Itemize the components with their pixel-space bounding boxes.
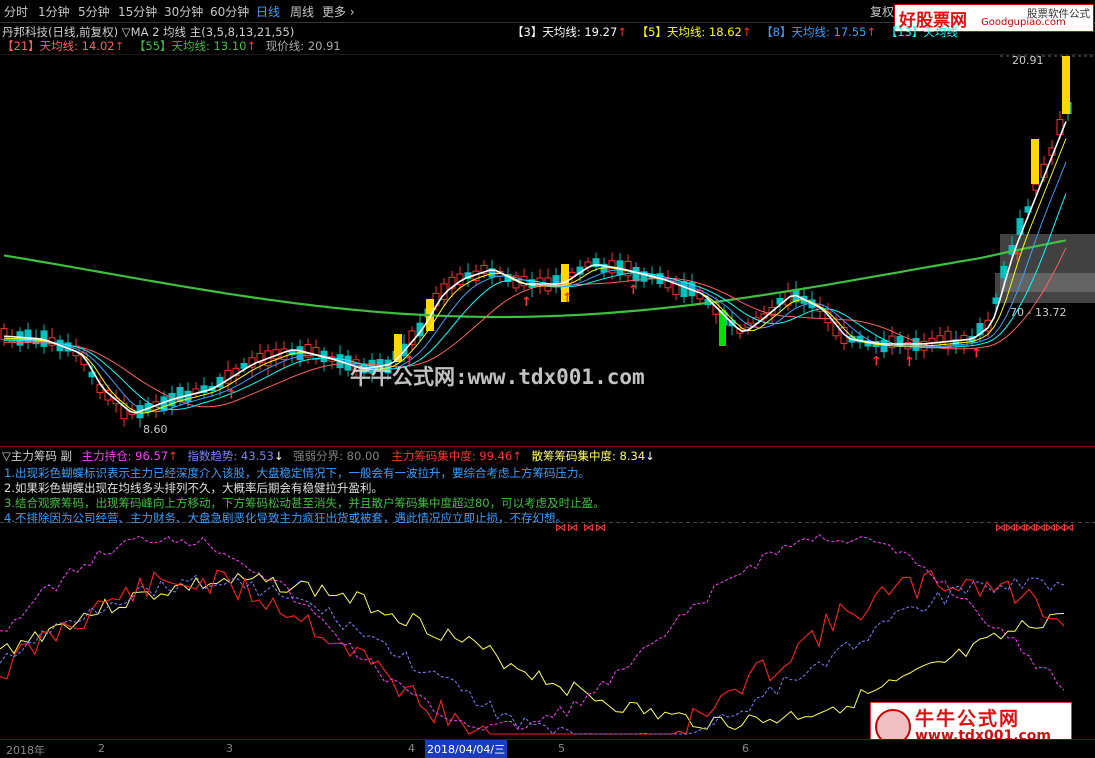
watermark-text: 牛牛公式网:www.tdx001.com [350,365,645,389]
candle-body [0,328,8,340]
time-axis: 2018年 2 3 4 2018/04/04/三 5 6 [0,739,1095,758]
indicator-notes: 1.出现彩色蝴蝶标识表示主力已经深度介入该股，大盘稳定情况下，一般会有一波拉升，… [4,466,704,526]
buy-arrow-icon: ↑ [904,355,915,370]
buy-arrow-icon: ↑ [871,354,882,369]
brand-logo-tag: 股票软件公式 [1027,8,1090,20]
butterfly-icon: ⋈ [595,522,606,534]
axis-year: 2018年 [6,744,45,757]
sub-panel-header: ▽主力筹码 副 主力持仓: 96.57↑ 指数趋势: 43.53↓ 强弱分界: … [0,446,1095,466]
ma-values-line1: 【3】天均线: 19.27↑ 【5】天均线: 18.62↑ 【8】天均线: 17… [512,24,958,40]
arrow-up-icon: ↑ [168,449,178,463]
buy-arrow-icon: ↑ [628,283,639,298]
ma13-value: 【13】天均线 [885,25,958,39]
highlight-candle [1031,139,1039,184]
retail-concentration-value: 散筹筹码集中度: 8.34 [531,449,646,463]
current-price-line: 现价线: 20.91 [265,39,341,53]
brand-bottom-text: 牛牛公式网 [915,708,1021,730]
arrow-up-icon: ↑ [866,25,877,39]
candle-body [632,266,640,282]
main-concentration-value: 主力筹码集中度: 99.46 [391,449,513,463]
buy-arrow-icon: ↑ [521,295,532,310]
axis-month-4: 4 [408,742,415,755]
buy-arrow-icon: ↑ [562,291,573,306]
arrow-up-icon: ↑ [246,39,257,53]
tab-weekly[interactable]: 周线 [290,3,314,20]
tab-1min[interactable]: 1分钟 [38,3,70,20]
tab-15min[interactable]: 15分钟 [118,3,157,20]
arrow-up-icon: ↑ [512,449,522,463]
candle-body [992,297,1000,304]
arrow-up-icon: ↑ [741,25,752,39]
axis-month-2: 2 [98,742,105,755]
butterfly-icon: ⋈ [567,522,578,534]
highlight-candle [1062,56,1070,114]
butterfly-markers: ⋈ ⋈ ⋈ ⋈ ⋈ ⋈ ⋈ ⋈ ⋈ ⋈ ⋈⋈ [555,522,1074,534]
arrow-up-icon: ↑ [617,25,627,39]
buy-arrow-icon: ↑ [1012,250,1023,265]
buy-arrow-icon: ↑ [971,346,982,361]
ma21-value: 【21】天均线: 14.02 [2,39,115,53]
ma3-value: 【3】天均线: 19.27 [512,25,618,39]
candle-body [928,337,936,343]
ma8-value: 【8】天均线: 17.55 [761,25,867,39]
note-3: 3.结合观察筹码，出现筹码峰向上方移动，下方筹码松动甚至消失，并且散户筹码集中度… [4,496,605,510]
butterfly-icon: ⋈ [583,522,594,534]
stock-title: 丹邦科技(日线,前复权) [2,25,119,39]
butterfly-icon: ⋈ [1063,522,1074,534]
candle-body [176,387,184,402]
tab-60min[interactable]: 60分钟 [210,3,249,20]
candle-body [536,277,544,285]
ma55-line [3,239,1067,319]
strength-boundary-value: 强弱分界: 80.00 [293,449,380,463]
ma55-value: 【55】天均线: 13.10 [133,39,247,53]
ma5-value: 【5】天均线: 18.62 [636,25,742,39]
low-price-label: 8.60 [143,423,168,436]
buy-arrow-icon: ↑ [226,388,237,403]
candle-body [880,339,888,353]
more-label: 更多 [322,5,347,19]
cursor-date-label: 2018/04/04/三 [425,740,508,758]
restore-rights-button[interactable]: 复权 [870,3,894,20]
axis-month-6: 6 [742,742,749,755]
indicator-name: ▽MA 2 均线 主(3,5,8,13,21,55) [121,25,295,39]
candle-body [312,346,320,360]
tab-daily[interactable]: 日线 [256,3,280,20]
arrow-up-icon: ↑ [114,39,125,53]
sub-panel-title: ▽主力筹码 副 [2,449,72,463]
arrow-down-icon: ↓ [273,449,284,463]
high-price-label: 20.91 [1012,54,1044,67]
note-2: 2.如果彩色蝴蝶出现在均线多头排列不久，大概率后期会有稳健拉升盈利。 [4,481,383,495]
main-header-line2: 【21】天均线: 14.02↑ 【55】天均线: 13.10↑ 现价线: 20.… [2,38,341,54]
axis-month-3: 3 [226,742,233,755]
tab-minute-time[interactable]: 分时 [4,3,28,20]
index-trend-value: 指数趋势: 43.53 [187,449,274,463]
chip-range-label: 70 - 13.72 [1010,306,1066,319]
tab-30min[interactable]: 30分钟 [164,3,203,20]
main-hold-value: 主力持仓: 96.57 [81,449,169,463]
chevron-right-icon: › [346,5,355,19]
axis-month-5: 5 [558,742,565,755]
note-1: 1.出现彩色蝴蝶标识表示主力已经深度介入该股，大盘稳定情况下，一般会有一波拉升，… [4,466,590,480]
arrow-down-icon: ↓ [645,449,655,463]
tab-5min[interactable]: 5分钟 [78,3,110,20]
butterfly-icon: ⋈ [555,522,566,534]
main-hold-line [0,533,1065,731]
tab-more[interactable]: 更多 › [322,3,355,20]
price-chart[interactable]: ↑↑↑ ↑↑↑ ↑↑↑ 20.91 8.60 70 - 13.72 牛牛公式网:ww… [0,54,1095,439]
